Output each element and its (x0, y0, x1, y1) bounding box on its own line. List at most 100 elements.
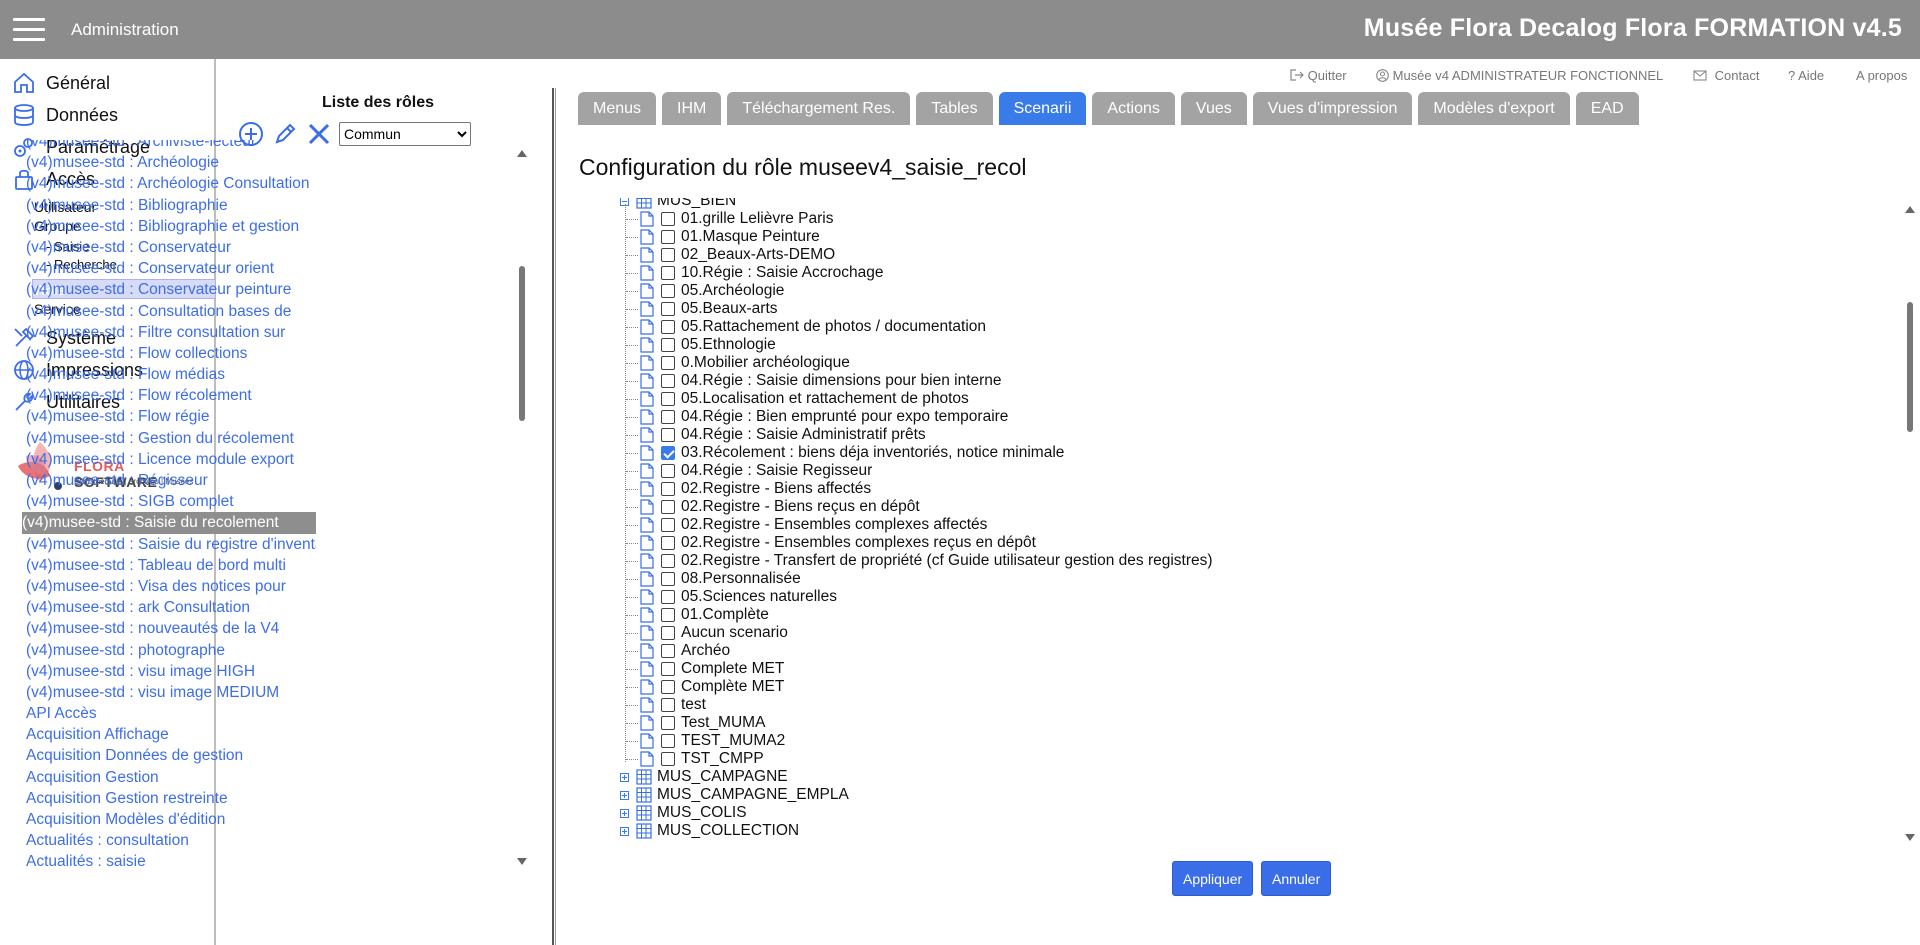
scenario-checkbox[interactable] (661, 662, 675, 676)
scenario-row[interactable]: 02.Registre - Transfert de propriété (cf… (640, 552, 1213, 570)
role-list-item[interactable]: (v4)musee-std : Régisseur (22, 470, 316, 491)
scenario-row[interactable]: 10.Régie : Saisie Accrochage (640, 264, 883, 282)
scenario-checkbox[interactable] (661, 698, 675, 712)
role-list-scrollbar[interactable] (516, 148, 528, 868)
scenario-checkbox[interactable] (661, 572, 675, 586)
role-list-item[interactable]: Acquisition Modèles d'édition (22, 809, 316, 830)
role-list-item[interactable]: (v4)musee-std : Saisie du recolement (22, 512, 316, 534)
role-list-item[interactable]: (v4)musee-std : Flow collections (22, 343, 316, 364)
user-link[interactable]: Musée v4 ADMINISTRATEUR FONCTIONNEL (1376, 68, 1663, 83)
scenario-row[interactable]: 05.Rattachement de photos / documentatio… (640, 318, 986, 336)
scenario-row[interactable]: TEST_MUMA2 (640, 732, 785, 750)
scenario-checkbox[interactable] (661, 428, 675, 442)
scenario-row[interactable]: 05.Archéologie (640, 282, 784, 300)
about-link[interactable]: A propos (1856, 68, 1907, 83)
scenario-row[interactable]: 05.Sciences naturelles (640, 588, 837, 606)
scenario-checkbox[interactable] (661, 680, 675, 694)
scenario-row[interactable]: 05.Beaux-arts (640, 300, 778, 318)
tab-t-l-chargement-res[interactable]: Téléchargement Res. (727, 92, 911, 125)
scenario-row[interactable]: Complete MET (640, 660, 784, 678)
role-list-item[interactable]: (v4)musee-std : Conservateur peinture (22, 279, 316, 300)
scenario-checkbox[interactable] (661, 410, 675, 424)
scroll-up-arrow-icon[interactable] (517, 150, 527, 157)
role-list-item[interactable]: (v4)musee-std : Archéologie Consultation (22, 173, 316, 194)
tab-tables[interactable]: Tables (916, 92, 993, 125)
scenario-checkbox[interactable] (661, 518, 675, 532)
panel-divider[interactable] (552, 88, 556, 945)
tab-scenarii[interactable]: Scenarii (998, 92, 1087, 125)
tree-scroll-down-arrow-icon[interactable] (1905, 834, 1915, 841)
role-list-item[interactable]: (v4)musee-std : SIGB complet (22, 491, 316, 512)
scenario-checkbox[interactable] (661, 338, 675, 352)
nav-data[interactable]: Données (12, 103, 118, 127)
tree-table-row[interactable]: MUS_BIEN (620, 198, 736, 210)
scenario-checkbox[interactable] (661, 356, 675, 370)
role-list-item[interactable]: Actualités : saisie (22, 851, 316, 870)
role-list-item[interactable]: (v4)musee-std : Conservateur (22, 237, 316, 258)
role-list-item[interactable]: (v4)musee-std : visu image MEDIUM (22, 682, 316, 703)
scroll-down-arrow-icon[interactable] (517, 858, 527, 865)
scenario-row[interactable]: 01.Masque Peinture (640, 228, 820, 246)
expand-icon[interactable] (620, 808, 629, 818)
scenario-checkbox[interactable] (661, 266, 675, 280)
role-list-item[interactable]: (v4)musee-std : Licence module export (22, 449, 316, 470)
tree-scroll-thumb[interactable] (1907, 302, 1913, 432)
role-list-item[interactable]: (v4)musee-std : Archéologie (22, 152, 316, 173)
scenario-row[interactable]: 04.Régie : Saisie Administratif prêts (640, 426, 926, 444)
scenario-checkbox[interactable] (661, 284, 675, 298)
scenario-checkbox[interactable] (661, 626, 675, 640)
scenario-checkbox[interactable] (661, 374, 675, 388)
scenario-row[interactable]: 01.grille Lelièvre Paris (640, 210, 834, 228)
role-filter-select[interactable]: Commun (339, 122, 471, 146)
scenario-row[interactable]: 02.Registre - Ensembles complexes reçus … (640, 534, 1036, 552)
scenario-checkbox[interactable] (661, 302, 675, 316)
role-list-item[interactable]: API Accès (22, 703, 316, 724)
tree-table-row[interactable]: MUS_CAMPAGNE_EMPLA (620, 786, 849, 804)
role-list-item[interactable]: (v4)musee-std : Flow récolement (22, 385, 316, 406)
role-list-item[interactable]: Acquisition Affichage (22, 724, 316, 745)
role-list-item[interactable]: (v4)musee-std : Archiviste-lecteur (22, 140, 316, 152)
scenario-row[interactable]: 02.Registre - Biens affectés (640, 480, 871, 498)
scenario-row[interactable]: Aucun scenario (640, 624, 788, 642)
scenario-row[interactable]: 02_Beaux-Arts-DEMO (640, 246, 835, 264)
help-link[interactable]: ? Aide (1788, 68, 1824, 83)
scenario-checkbox[interactable] (661, 716, 675, 730)
role-list-item[interactable]: (v4)musee-std : ark Consultation (22, 597, 316, 618)
hamburger-menu-icon[interactable] (13, 18, 45, 42)
scenario-row[interactable]: Complète MET (640, 678, 784, 696)
scenario-row[interactable]: Archéo (640, 642, 730, 660)
quit-link[interactable]: Quitter (1290, 68, 1347, 83)
tree-table-row[interactable]: MUS_COLIS (620, 804, 747, 822)
scenario-checkbox[interactable] (661, 536, 675, 550)
tab-menus[interactable]: Menus (578, 92, 657, 125)
role-list-item[interactable]: (v4)musee-std : nouveautés de la V4 (22, 618, 316, 639)
scenario-row[interactable]: test (640, 696, 706, 714)
tab-ihm[interactable]: IHM (662, 92, 722, 125)
scenario-row[interactable]: 05.Ethnologie (640, 336, 776, 354)
scenario-row[interactable]: TST_CMPP (640, 750, 764, 768)
scenario-checkbox[interactable] (661, 464, 675, 478)
role-list-item[interactable]: (v4)musee-std : Flow médias (22, 364, 316, 385)
expand-icon[interactable] (620, 826, 629, 836)
role-list-item[interactable]: (v4)musee-std : Filtre consultation sur (22, 322, 316, 343)
scenario-checkbox[interactable] (661, 212, 675, 226)
scenario-row[interactable]: 03.Récolement : biens déja inventoriés, … (640, 444, 1064, 462)
scenario-row[interactable]: 08.Personnalisée (640, 570, 801, 588)
scenario-checkbox[interactable] (661, 752, 675, 766)
tab-actions[interactable]: Actions (1092, 92, 1175, 125)
tree-table-row[interactable]: MUS_COLLECTION (620, 822, 799, 840)
tab-mod-les-d-export[interactable]: Modèles d'export (1418, 92, 1570, 125)
role-list-scroll-thumb[interactable] (519, 266, 525, 421)
scenario-checkbox[interactable] (661, 248, 675, 262)
role-list-item[interactable]: (v4)musee-std : Gestion du récolement (22, 428, 316, 449)
role-list-item[interactable]: (v4)musee-std : Saisie du registre d'inv… (22, 534, 316, 555)
apply-button[interactable]: Appliquer (1172, 861, 1254, 896)
tree-scroll-up-arrow-icon[interactable] (1905, 206, 1915, 213)
tree-scrollbar[interactable] (1904, 204, 1916, 844)
role-list-item[interactable]: (v4)musee-std : Tableau de bord multi (22, 555, 316, 576)
scenario-row[interactable]: 04.Régie : Saisie Regisseur (640, 462, 872, 480)
scenario-row[interactable]: 0.Mobilier archéologique (640, 354, 850, 372)
scenario-row[interactable]: 01.Complète (640, 606, 769, 624)
role-list-item[interactable]: (v4)musee-std : Visa des notices pour (22, 576, 316, 597)
scenario-row[interactable]: 04.Régie : Bien emprunté pour expo tempo… (640, 408, 1008, 426)
